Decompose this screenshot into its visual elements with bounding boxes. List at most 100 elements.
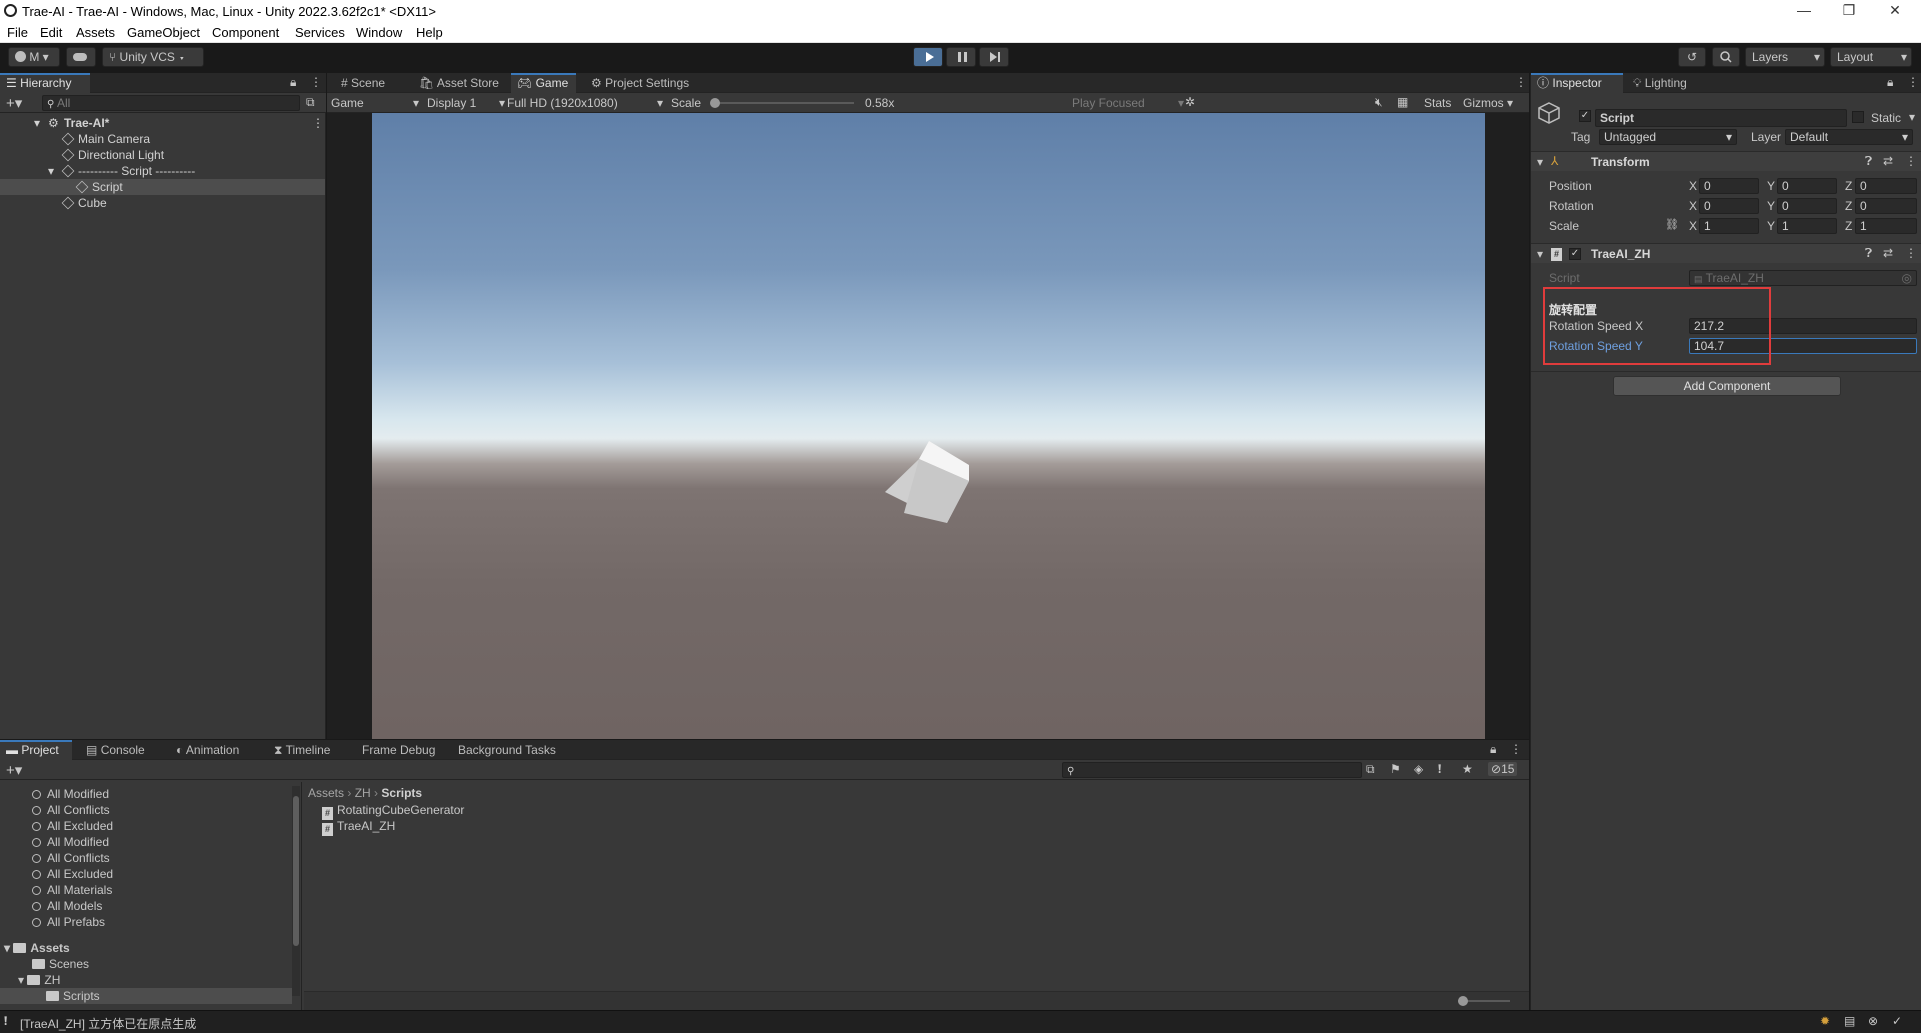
lightbulb-icon[interactable]: ✹ bbox=[1820, 1014, 1830, 1028]
filter-icon[interactable]: ⧉ bbox=[306, 95, 315, 110]
cloud-button[interactable] bbox=[66, 47, 96, 67]
rotation-y-field[interactable]: 0 bbox=[1777, 198, 1837, 214]
tab-project[interactable]: ▬ Project bbox=[0, 740, 72, 760]
kebab-menu-icon[interactable]: ⋮ bbox=[1907, 75, 1919, 89]
breadcrumb-item[interactable]: ZH bbox=[355, 786, 371, 800]
tab-console[interactable]: ▤ Console bbox=[80, 740, 153, 760]
play-focused-dropdown[interactable]: Play Focused ▾ bbox=[1072, 96, 1184, 110]
menu-window[interactable]: Window bbox=[356, 25, 402, 40]
play-button[interactable] bbox=[913, 47, 943, 67]
enabled-checkbox[interactable]: ✓ bbox=[1569, 248, 1581, 260]
slider-handle[interactable] bbox=[710, 98, 720, 108]
cache-server-icon[interactable]: ▤ bbox=[1844, 1014, 1855, 1028]
scale-y-field[interactable]: 1 bbox=[1777, 218, 1837, 234]
game-dropdown[interactable]: Game ▾ bbox=[331, 96, 419, 110]
menu-services[interactable]: Services bbox=[295, 25, 345, 40]
menu-assets[interactable]: Assets bbox=[76, 25, 115, 40]
display-dropdown[interactable]: Display 1 ▾ bbox=[427, 96, 505, 110]
tab-background-tasks[interactable]: Background Tasks bbox=[452, 740, 564, 760]
kebab-menu-icon[interactable]: ⋮ bbox=[1510, 742, 1522, 756]
position-z-field[interactable]: 0 bbox=[1855, 178, 1917, 194]
favorite-item[interactable]: All Models bbox=[32, 898, 102, 914]
chevron-down-icon[interactable]: ▾ bbox=[1909, 110, 1915, 124]
resolution-dropdown[interactable]: Full HD (1920x1080) ▾ bbox=[507, 96, 663, 110]
game-viewport[interactable] bbox=[372, 113, 1485, 739]
object-name-field[interactable]: Script bbox=[1595, 109, 1847, 127]
hidden-packages-toggle[interactable]: ⊘15 bbox=[1488, 762, 1518, 776]
rotation-z-field[interactable]: 0 bbox=[1855, 198, 1917, 214]
project-search-input[interactable]: ⚲ bbox=[1062, 762, 1362, 778]
mute-icon[interactable]: 🔇︎ bbox=[1375, 95, 1383, 110]
kebab-menu-icon[interactable]: ⋮ bbox=[1905, 246, 1917, 260]
history-button[interactable]: ↺ bbox=[1678, 47, 1706, 67]
favorite-item[interactable]: All Excluded bbox=[32, 818, 113, 834]
tree-scenes[interactable]: Scenes bbox=[32, 956, 89, 972]
static-checkbox[interactable] bbox=[1852, 111, 1864, 123]
scene-row[interactable]: ▾ ⚙ Trae-AI* ⋮ bbox=[0, 115, 325, 131]
menu-help[interactable]: Help bbox=[416, 25, 443, 40]
preset-icon[interactable]: ⇄ bbox=[1883, 246, 1893, 260]
menu-component[interactable]: Component bbox=[212, 25, 279, 40]
status-message[interactable]: [TraeAI_ZH] 立方体已在原点生成 bbox=[20, 1015, 196, 1032]
tree-assets[interactable]: ▾ Assets bbox=[4, 940, 70, 956]
search-by-type-icon[interactable]: ⧉ bbox=[1366, 762, 1375, 777]
file-item[interactable]: # TraeAI_ZH bbox=[322, 818, 395, 836]
tag-icon[interactable]: ◈ bbox=[1414, 762, 1423, 776]
help-icon[interactable]: ❓︎ bbox=[1865, 246, 1872, 261]
icon-size-slider[interactable] bbox=[1458, 996, 1510, 1006]
help-icon[interactable]: ❓︎ bbox=[1865, 154, 1872, 169]
add-icon[interactable]: +▾ bbox=[6, 94, 22, 112]
add-component-button[interactable]: Add Component bbox=[1613, 376, 1841, 396]
scale-x-field[interactable]: 1 bbox=[1699, 218, 1759, 234]
favorite-item[interactable]: All Conflicts bbox=[32, 850, 110, 866]
slider-handle[interactable] bbox=[1458, 996, 1468, 1006]
favorite-item[interactable]: All Excluded bbox=[32, 866, 113, 882]
hierarchy-item-cube[interactable]: Cube bbox=[0, 195, 325, 211]
tab-game[interactable]: 🎮︎ Game bbox=[511, 73, 577, 93]
favorite-item[interactable]: All Modified bbox=[32, 786, 109, 802]
tab-frame-debug[interactable]: Frame Debug bbox=[356, 740, 443, 760]
transform-header[interactable]: ▾ ⅄ Transform ❓︎ ⇄ ⋮ bbox=[1531, 151, 1921, 171]
link-icon[interactable]: ⛓ bbox=[1665, 218, 1679, 231]
kebab-menu-icon[interactable]: ⋮ bbox=[1905, 154, 1917, 168]
tab-project-settings[interactable]: ⚙ Project Settings bbox=[585, 73, 697, 93]
check-icon[interactable]: ✓ bbox=[1892, 1014, 1902, 1028]
active-checkbox[interactable]: ✓ bbox=[1579, 110, 1591, 122]
tab-lighting[interactable]: 💡︎ Lighting bbox=[1627, 73, 1695, 93]
step-button[interactable] bbox=[979, 47, 1009, 67]
hierarchy-item-script[interactable]: Script bbox=[0, 179, 325, 195]
bug-icon[interactable]: ✲ bbox=[1185, 95, 1195, 109]
tab-scene[interactable]: # Scene bbox=[335, 73, 393, 93]
hierarchy-item-script-group[interactable]: ▾ ---------- Script ---------- bbox=[0, 163, 325, 179]
position-x-field[interactable]: 0 bbox=[1699, 178, 1759, 194]
preset-icon[interactable]: ⇄ bbox=[1883, 154, 1893, 168]
pause-button[interactable] bbox=[946, 47, 976, 67]
menu-edit[interactable]: Edit bbox=[40, 25, 62, 40]
tree-scrollbar[interactable] bbox=[292, 786, 300, 996]
scrollbar-thumb[interactable] bbox=[293, 796, 299, 946]
layout-dropdown[interactable]: Layout ▾ bbox=[1830, 47, 1912, 67]
tab-hierarchy[interactable]: ☰ Hierarchy bbox=[0, 73, 90, 93]
search-by-label-icon[interactable]: ⚑ bbox=[1390, 762, 1401, 776]
kebab-menu-icon[interactable]: ⋮ bbox=[312, 115, 324, 131]
tab-inspector[interactable]: ⓘ Inspector bbox=[1531, 73, 1623, 93]
kebab-menu-icon[interactable]: ⋮ bbox=[310, 75, 322, 89]
breadcrumb-item[interactable]: Assets bbox=[308, 786, 344, 800]
close-button[interactable]: ✕ bbox=[1873, 0, 1917, 22]
tab-asset-store[interactable]: 🛍︎ Asset Store bbox=[413, 73, 507, 93]
position-y-field[interactable]: 0 bbox=[1777, 178, 1837, 194]
script-component-header[interactable]: ▾ # ✓ TraeAI_ZH ❓︎ ⇄ ⋮ bbox=[1531, 243, 1921, 263]
tab-animation[interactable]: ◐ Animation bbox=[170, 740, 247, 760]
favorite-item[interactable]: All Modified bbox=[32, 834, 109, 850]
stats-grid-icon[interactable]: ▦ bbox=[1397, 95, 1408, 109]
breadcrumb-item[interactable]: Scripts bbox=[381, 786, 422, 800]
account-button[interactable]: M ▾ bbox=[8, 47, 60, 67]
maximize-button[interactable]: ❐ bbox=[1827, 0, 1871, 22]
favorite-item[interactable]: All Materials bbox=[32, 882, 112, 898]
favorite-item[interactable]: All Conflicts bbox=[32, 802, 110, 818]
hierarchy-search-input[interactable]: ⚲ All bbox=[42, 95, 300, 111]
vcs-button[interactable]: ⑂ Unity VCS ▾ bbox=[102, 47, 204, 67]
favorite-item[interactable]: All Prefabs bbox=[32, 914, 105, 930]
menu-gameobject[interactable]: GameObject bbox=[127, 25, 200, 40]
lock-icon[interactable]: 🔒︎ bbox=[1887, 75, 1893, 90]
